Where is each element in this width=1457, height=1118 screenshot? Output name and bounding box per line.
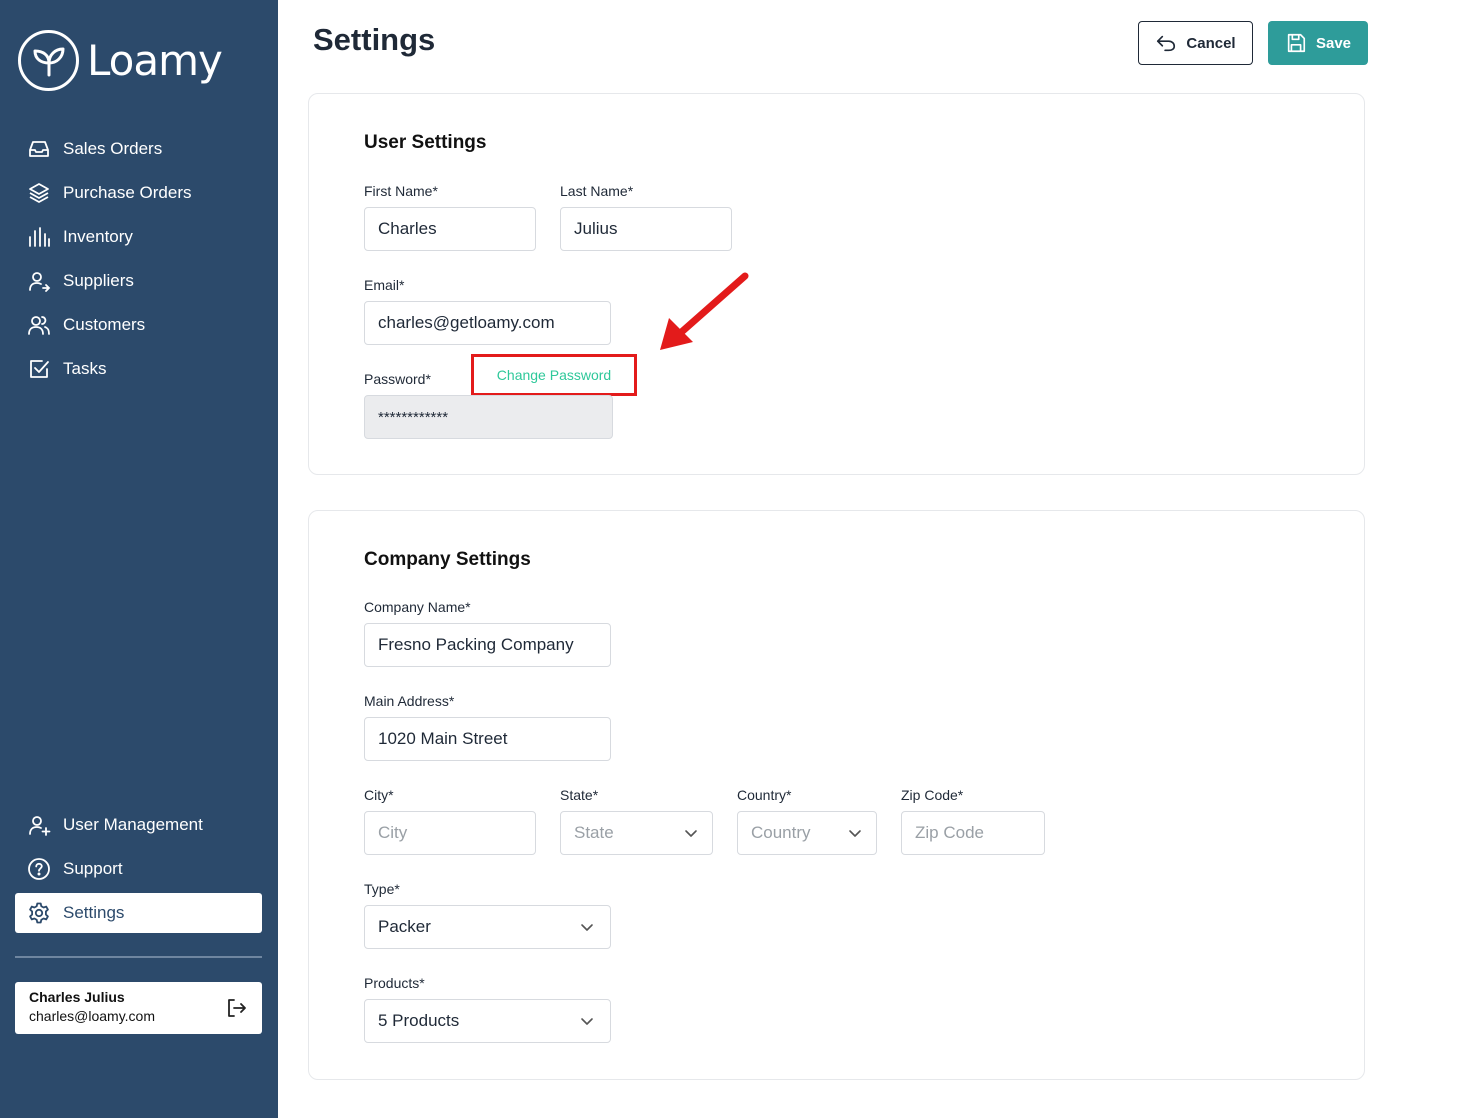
user-plus-icon — [26, 813, 51, 838]
company-name-field[interactable]: Fresno Packing Company — [364, 623, 611, 667]
last-name-field[interactable]: Julius — [560, 207, 732, 251]
email-field[interactable]: charles@getloamy.com — [364, 301, 611, 345]
sidebar-nav-main: Sales Orders Purchase Orders Inventory S… — [15, 129, 262, 393]
sidebar-item-label: Tasks — [63, 359, 107, 378]
user-email: charles@loamy.com — [29, 1008, 155, 1024]
type-select[interactable]: Packer — [364, 905, 611, 949]
sidebar-item-support[interactable]: Support — [15, 849, 262, 889]
logout-icon[interactable] — [224, 996, 248, 1020]
main-address-label: Main Address* — [364, 693, 455, 709]
help-circle-icon — [26, 857, 51, 882]
main-address-field[interactable]: 1020 Main Street — [364, 717, 611, 761]
sidebar-item-label: Customers — [63, 315, 146, 334]
password-field: ************ — [364, 395, 613, 439]
state-select[interactable]: State — [560, 811, 713, 855]
sidebar-item-settings[interactable]: Settings — [15, 893, 262, 933]
red-arrow-icon — [660, 272, 749, 350]
sidebar: Loamy Sales Orders Purchase Orders Inven… — [0, 0, 278, 1118]
sidebar-nav-bottom: User Management Support Settings — [15, 805, 262, 937]
city-label: City* — [364, 787, 394, 803]
chevron-down-icon — [685, 830, 697, 837]
sidebar-item-label: Inventory — [63, 227, 133, 246]
company-settings-card: Company Settings — [308, 510, 1365, 1080]
zip-code-field[interactable]: Zip Code — [901, 811, 1045, 855]
undo-icon — [1157, 35, 1176, 52]
sidebar-item-label: User Management — [63, 815, 203, 834]
chevron-down-icon — [581, 924, 593, 931]
user-card: Charles Julius charles@loamy.com — [15, 982, 262, 1034]
type-select-value: Packer — [378, 917, 431, 936]
sidebar-item-label: Purchase Orders — [63, 183, 192, 202]
inbox-icon — [26, 137, 51, 162]
products-label: Products* — [364, 975, 425, 991]
page-title: Settings — [313, 22, 436, 57]
users-icon — [26, 313, 51, 338]
cancel-button-label: Cancel — [1186, 34, 1236, 52]
city-field[interactable]: City — [364, 811, 536, 855]
country-select[interactable]: Country — [737, 811, 877, 855]
products-select-value: 5 Products — [378, 1011, 460, 1030]
company-name-label: Company Name* — [364, 599, 471, 615]
bar-chart-icon — [26, 225, 51, 250]
checkbox-icon — [26, 357, 51, 382]
leaf-logo-icon — [18, 30, 79, 91]
layers-icon — [26, 181, 51, 206]
sidebar-item-label: Suppliers — [63, 271, 134, 290]
country-select-value: Country — [751, 823, 811, 842]
user-name: Charles Julius — [29, 989, 125, 1005]
sidebar-item-purchase-orders[interactable]: Purchase Orders — [15, 173, 262, 213]
country-label: Country* — [737, 787, 792, 803]
type-label: Type* — [364, 881, 400, 897]
logo[interactable]: Loamy — [18, 30, 223, 91]
sidebar-item-tasks[interactable]: Tasks — [15, 349, 262, 389]
change-password-link[interactable]: Change Password — [471, 354, 637, 396]
products-select[interactable]: 5 Products — [364, 999, 611, 1043]
last-name-label: Last Name* — [560, 183, 634, 199]
first-name-label: First Name* — [364, 183, 438, 199]
password-label: Password* — [364, 371, 431, 387]
sidebar-item-user-management[interactable]: User Management — [15, 805, 262, 845]
sidebar-item-customers[interactable]: Customers — [15, 305, 262, 345]
chevron-down-icon — [581, 1018, 593, 1025]
gear-icon — [26, 901, 51, 926]
cancel-button[interactable]: Cancel — [1138, 21, 1253, 65]
sidebar-item-label: Sales Orders — [63, 139, 163, 158]
email-label: Email* — [364, 277, 405, 293]
sidebar-item-label: Settings — [63, 903, 125, 922]
sidebar-item-sales-orders[interactable]: Sales Orders — [15, 129, 262, 169]
save-icon — [1287, 33, 1306, 53]
sidebar-item-label: Support — [63, 859, 123, 878]
zip-code-label: Zip Code* — [901, 787, 964, 803]
save-button[interactable]: Save — [1268, 21, 1368, 65]
sidebar-divider — [15, 956, 262, 958]
chevron-down-icon — [849, 830, 861, 837]
sidebar-item-inventory[interactable]: Inventory — [15, 217, 262, 257]
state-select-value: State — [574, 823, 614, 842]
user-arrow-icon — [26, 269, 51, 294]
user-settings-title: User Settings — [364, 132, 487, 153]
logo-text: Loamy — [87, 36, 223, 85]
first-name-field[interactable]: Charles — [364, 207, 536, 251]
save-button-label: Save — [1315, 34, 1352, 52]
state-label: State* — [560, 787, 599, 803]
sidebar-item-suppliers[interactable]: Suppliers — [15, 261, 262, 301]
company-settings-title: Company Settings — [364, 549, 531, 570]
